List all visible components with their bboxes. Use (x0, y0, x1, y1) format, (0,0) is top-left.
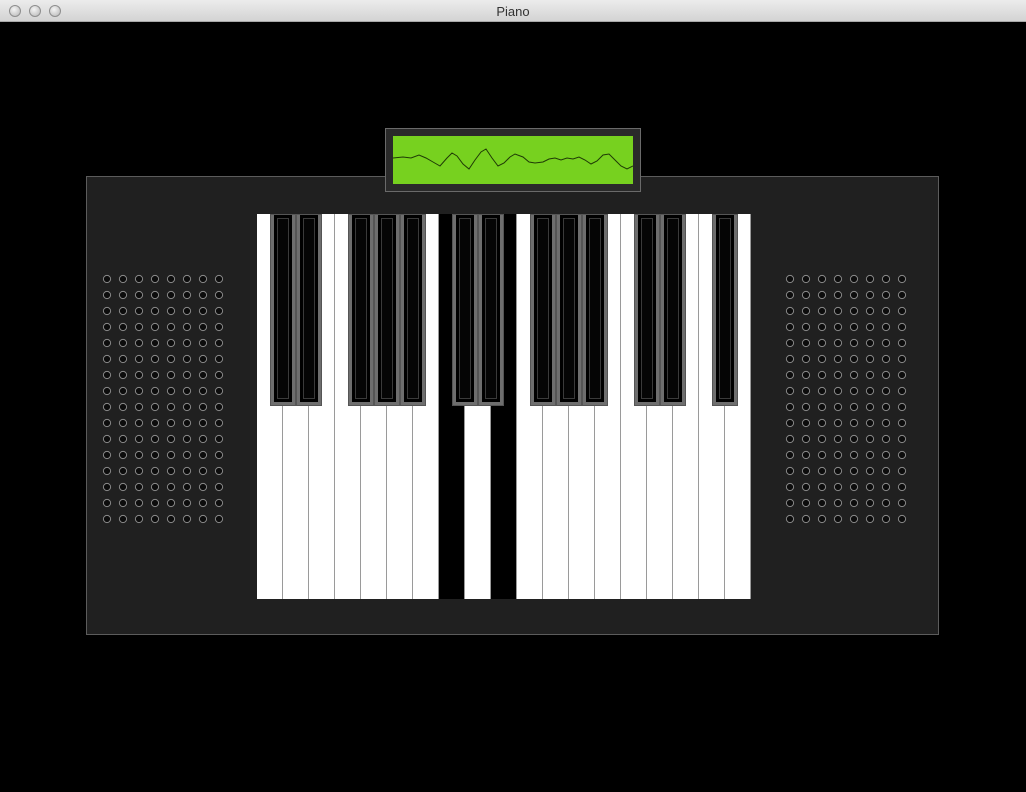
black-key[interactable] (374, 214, 400, 406)
black-key[interactable] (530, 214, 556, 406)
window-title: Piano (496, 4, 530, 19)
waveform-icon (393, 148, 633, 170)
black-key[interactable] (452, 214, 478, 406)
black-key[interactable] (582, 214, 608, 406)
black-key[interactable] (270, 214, 296, 406)
black-key[interactable] (478, 214, 504, 406)
piano-keyboard (257, 214, 751, 599)
black-key[interactable] (712, 214, 738, 406)
waveform-screen (393, 136, 633, 184)
window-titlebar: Piano (0, 0, 1026, 22)
black-key[interactable] (348, 214, 374, 406)
black-key[interactable] (660, 214, 686, 406)
waveform-display (385, 128, 641, 192)
black-key[interactable] (556, 214, 582, 406)
black-key[interactable] (296, 214, 322, 406)
black-key[interactable] (400, 214, 426, 406)
black-key[interactable] (634, 214, 660, 406)
